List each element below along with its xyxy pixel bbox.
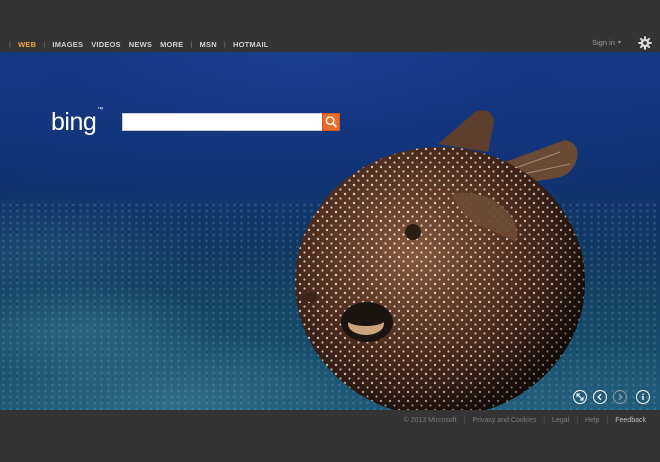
copyright-text: © 2013 Microsoft — [403, 417, 457, 424]
logo-text: bing — [51, 108, 97, 136]
previous-image-button[interactable] — [593, 390, 607, 404]
legal-link[interactable]: Legal — [552, 417, 569, 424]
sign-in-label: Sign in — [592, 38, 615, 47]
footer-separator: | — [543, 417, 546, 424]
nav-item-images[interactable]: IMAGES — [48, 40, 87, 49]
next-image-button[interactable] — [613, 390, 627, 404]
pufferfish-image — [295, 110, 585, 410]
trademark: ™ — [97, 106, 103, 113]
expand-button[interactable] — [573, 390, 587, 404]
nav-item-hotmail[interactable]: HOTMAIL — [229, 40, 273, 49]
chevron-down-icon: ▾ — [617, 40, 621, 46]
nav-item-more[interactable]: MORE — [156, 40, 187, 49]
hero-background-image: bing™ — [0, 52, 660, 410]
sign-in-link[interactable]: Sign in ▾ — [592, 38, 621, 47]
nav-separator: | — [9, 39, 12, 49]
previous-icon — [597, 393, 602, 401]
footer-links: © 2013 Microsoft | Privacy and Cookies |… — [404, 417, 646, 424]
nav-separator: | — [190, 39, 193, 49]
nav-item-videos[interactable]: VIDEOS — [87, 40, 125, 49]
feedback-link[interactable]: Feedback — [615, 417, 646, 424]
footer-separator: | — [576, 417, 579, 424]
image-info-button[interactable] — [636, 390, 650, 404]
search-input[interactable] — [123, 114, 323, 130]
info-icon — [642, 393, 644, 400]
gear-icon[interactable] — [638, 36, 652, 50]
nav-separator: | — [223, 39, 226, 49]
footer-separator: | — [606, 417, 609, 424]
nav-item-news[interactable]: NEWS — [125, 40, 156, 49]
expand-icon — [576, 393, 584, 401]
nav-item-msn[interactable]: MSN — [196, 40, 221, 49]
nav-item-web[interactable]: WEB — [14, 40, 40, 49]
footer: © 2013 Microsoft | Privacy and Cookies |… — [0, 410, 660, 462]
search-box — [122, 113, 324, 131]
bing-logo[interactable]: bing™ — [51, 106, 103, 136]
nav-separator: | — [43, 39, 46, 49]
top-bar: | WEB | IMAGES VIDEOS NEWS MORE | MSN | … — [0, 0, 660, 52]
help-link[interactable]: Help — [585, 417, 599, 424]
scope-nav: | WEB | IMAGES VIDEOS NEWS MORE | MSN | … — [6, 38, 273, 50]
privacy-link[interactable]: Privacy and Cookies — [472, 417, 536, 424]
next-icon — [618, 393, 623, 401]
search-button[interactable] — [322, 113, 340, 131]
footer-separator: | — [463, 417, 466, 424]
